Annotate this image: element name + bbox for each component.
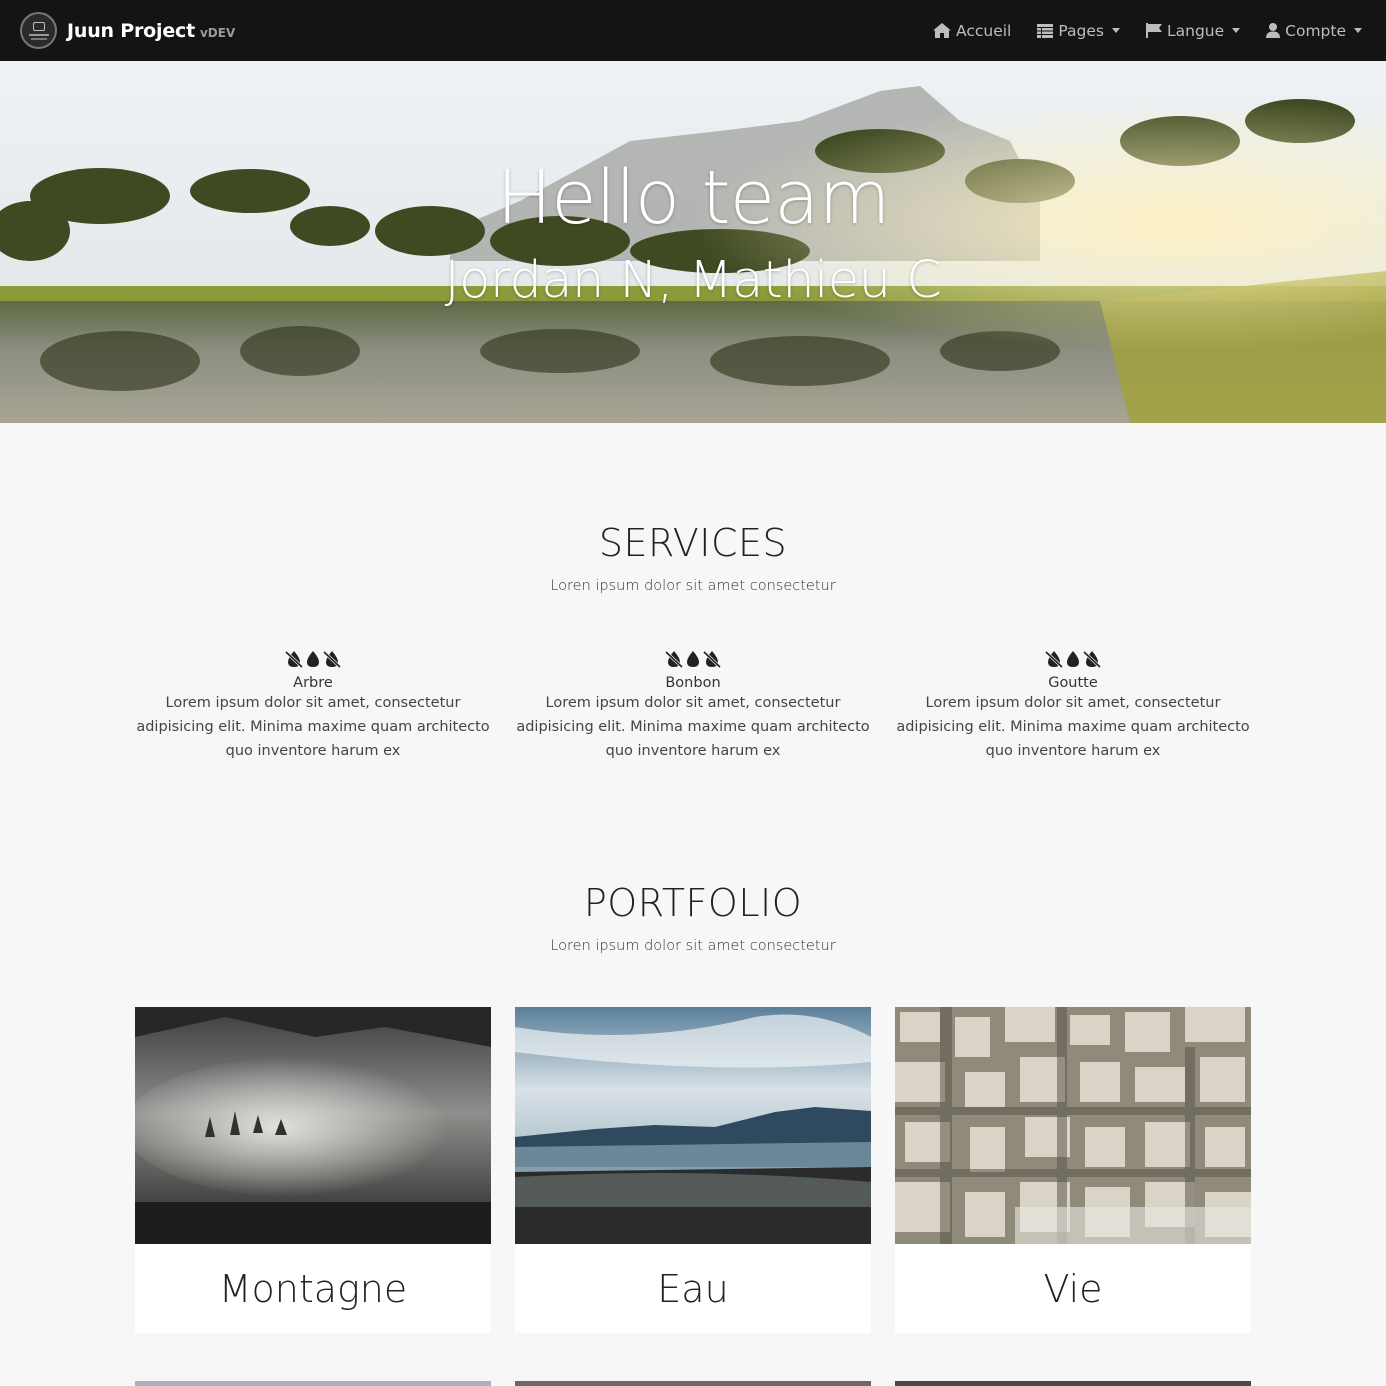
service-icons bbox=[515, 650, 871, 668]
tint-slash-icon bbox=[664, 650, 684, 668]
service-name: Bonbon bbox=[665, 675, 721, 691]
nav-item-pages[interactable]: Pages bbox=[1037, 22, 1120, 40]
portfolio-label: Montagne bbox=[218, 1266, 408, 1311]
service-item: Bonbon Lorem ipsum dolor sit amet, conse… bbox=[515, 650, 871, 763]
service-description: Lorem ipsum dolor sit amet, consectetur … bbox=[516, 695, 870, 759]
table-icon bbox=[1037, 23, 1054, 38]
tint-slash-icon bbox=[1082, 650, 1102, 668]
brand-version: vDEV bbox=[199, 26, 236, 40]
portfolio-image bbox=[515, 1007, 871, 1244]
portfolio-label: Eau bbox=[657, 1266, 729, 1311]
hero-landscape-image bbox=[0, 61, 1386, 423]
tint-icon bbox=[307, 651, 319, 667]
service-item: Goutte Lorem ipsum dolor sit amet, conse… bbox=[895, 650, 1251, 763]
nav-item-label: Compte bbox=[1285, 21, 1346, 40]
nav-item-langue[interactable]: Langue bbox=[1145, 21, 1241, 40]
service-item: Arbre Lorem ipsum dolor sit amet, consec… bbox=[135, 650, 491, 763]
portfolio-image bbox=[895, 1007, 1251, 1244]
portfolio-subtitle: Loren ipsum dolor sit amet consectetur bbox=[550, 938, 836, 954]
nav-menu: Accueil Pages Langue Compte bbox=[907, 0, 1362, 61]
chevron-down-icon bbox=[1232, 28, 1241, 33]
nav-item-label: Pages bbox=[1058, 21, 1104, 40]
tint-slash-icon bbox=[702, 650, 722, 668]
hero-banner: Hello team Jordan N, Mathieu C bbox=[0, 61, 1386, 423]
tint-slash-icon bbox=[322, 650, 342, 668]
portfolio-card-peek[interactable] bbox=[135, 1381, 491, 1386]
portfolio-card-vie[interactable]: Vie bbox=[895, 1007, 1251, 1333]
hero-title: Hello team bbox=[496, 155, 890, 241]
services-subtitle: Loren ipsum dolor sit amet consectetur bbox=[550, 578, 836, 594]
brand-link[interactable]: Juun Project vDEV bbox=[20, 12, 235, 49]
nav-item-accueil[interactable]: Accueil bbox=[933, 22, 1011, 40]
home-icon bbox=[933, 23, 952, 38]
portfolio-label: Vie bbox=[1043, 1266, 1103, 1311]
service-name: Goutte bbox=[1048, 675, 1098, 691]
portfolio-title: PORTFOLIO bbox=[583, 881, 803, 925]
portfolio-card-eau[interactable]: Eau bbox=[515, 1007, 871, 1333]
portfolio-card-peek[interactable] bbox=[895, 1381, 1251, 1386]
service-description: Lorem ipsum dolor sit amet, consectetur … bbox=[136, 695, 490, 759]
service-icons bbox=[895, 650, 1251, 668]
user-icon bbox=[1266, 23, 1281, 38]
brand-logo bbox=[20, 12, 57, 49]
tint-icon bbox=[1067, 651, 1079, 667]
chevron-down-icon bbox=[1111, 28, 1120, 33]
nav-item-label: Accueil bbox=[956, 21, 1012, 40]
service-description: Lorem ipsum dolor sit amet, consectetur … bbox=[896, 695, 1250, 759]
portfolio-image bbox=[135, 1007, 491, 1244]
service-icons bbox=[135, 650, 491, 668]
service-name: Arbre bbox=[293, 675, 333, 691]
chevron-down-icon bbox=[1354, 28, 1362, 33]
portfolio-card-peek[interactable] bbox=[515, 1381, 871, 1386]
portfolio-card-montagne[interactable]: Montagne bbox=[135, 1007, 491, 1333]
brand-name: Juun Project bbox=[67, 19, 195, 42]
nav-item-compte[interactable]: Compte bbox=[1266, 22, 1362, 40]
hero-subtitle: Jordan N, Mathieu C bbox=[444, 251, 942, 310]
flag-icon bbox=[1145, 23, 1162, 38]
nav-item-label: Langue bbox=[1166, 21, 1225, 40]
navbar: Juun Project vDEV Accueil Pages Langue C… bbox=[0, 0, 1386, 61]
tint-slash-icon bbox=[284, 650, 304, 668]
tint-slash-icon bbox=[1044, 650, 1064, 668]
services-title: SERVICES bbox=[598, 521, 788, 565]
tint-icon bbox=[687, 651, 699, 667]
